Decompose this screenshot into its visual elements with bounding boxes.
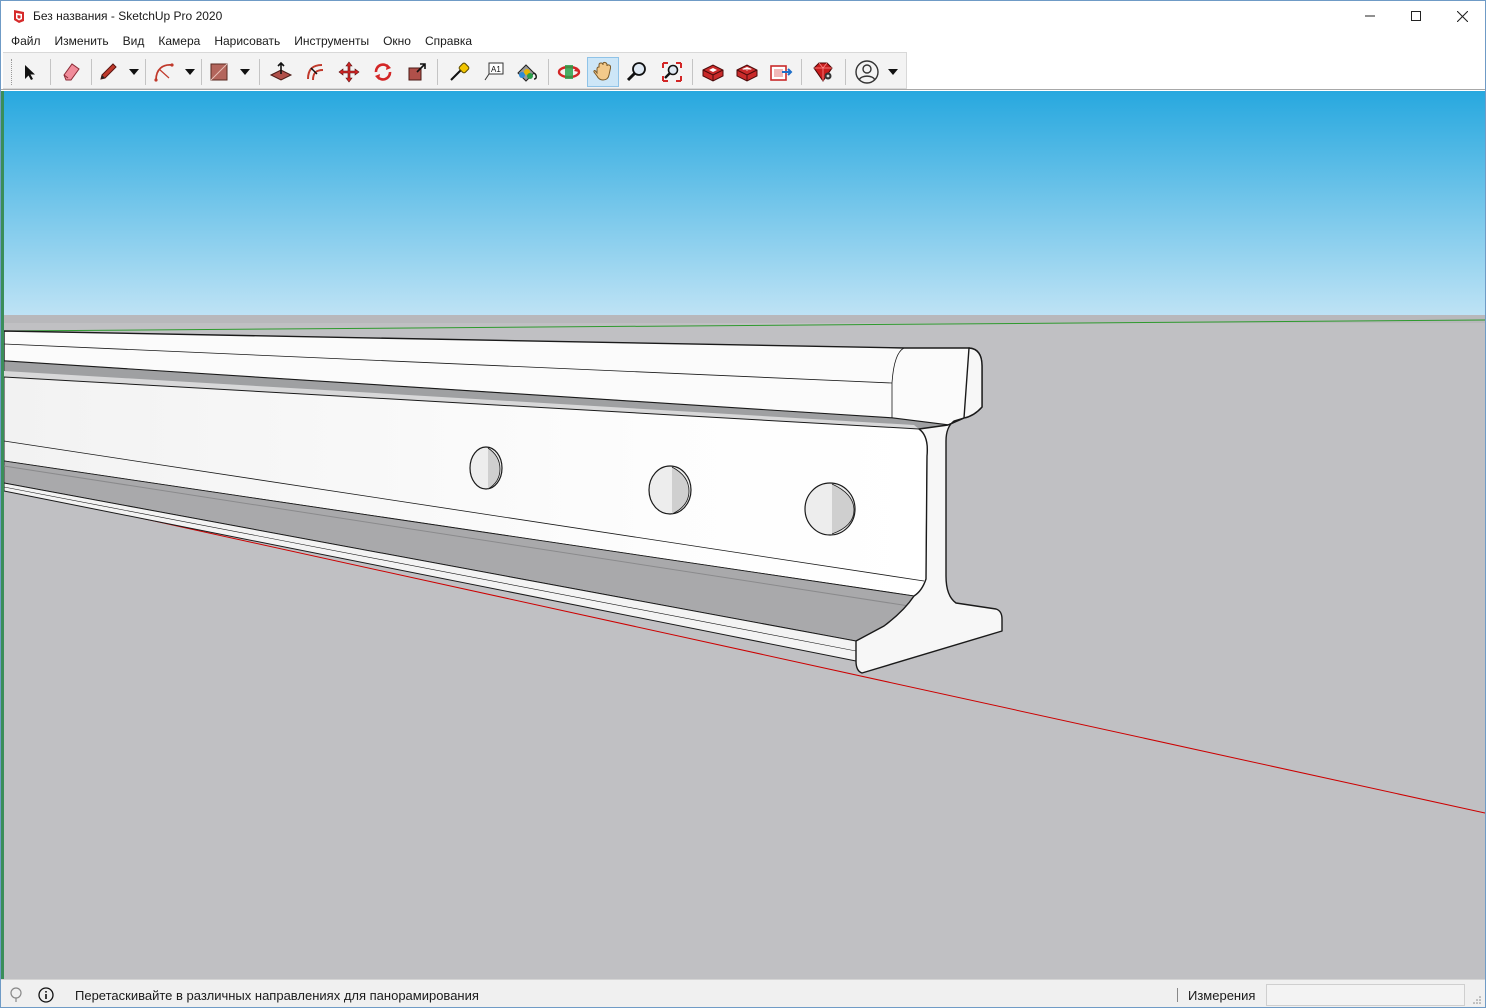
window-title: Без названия - SketchUp Pro 2020 bbox=[33, 9, 223, 23]
rectangle-icon bbox=[210, 63, 228, 81]
minimize-button[interactable] bbox=[1347, 1, 1393, 31]
account-button[interactable] bbox=[851, 57, 883, 87]
menu-file[interactable]: Файл bbox=[4, 31, 48, 51]
warehouse-button[interactable] bbox=[697, 57, 729, 87]
model-viewport[interactable] bbox=[4, 91, 1485, 979]
close-button[interactable] bbox=[1439, 1, 1485, 31]
extension-warehouse-icon bbox=[736, 64, 758, 82]
offset-tool-button[interactable] bbox=[299, 57, 331, 87]
minimize-icon bbox=[1365, 15, 1375, 17]
push-pull-tool-button[interactable] bbox=[265, 57, 297, 87]
arc-tool-button[interactable] bbox=[148, 57, 180, 87]
rotate-icon bbox=[374, 63, 392, 81]
caret-down-icon bbox=[129, 69, 139, 75]
resize-grip-icon[interactable] bbox=[1472, 995, 1482, 1005]
toolbar-separator bbox=[201, 59, 202, 85]
line-tool-button[interactable] bbox=[92, 57, 124, 87]
zoom-extents-icon bbox=[662, 62, 682, 82]
menu-window[interactable]: Окно bbox=[376, 31, 418, 51]
menu-view[interactable]: Вид bbox=[116, 31, 152, 51]
zoom-icon bbox=[626, 62, 646, 82]
bolt-hole bbox=[648, 465, 692, 515]
scene-canvas[interactable] bbox=[4, 91, 1485, 979]
maximize-icon bbox=[1411, 11, 1421, 21]
move-tool-button[interactable] bbox=[333, 57, 365, 87]
info-icon[interactable] bbox=[38, 987, 54, 1003]
zoom-extents-tool-button[interactable] bbox=[656, 57, 688, 87]
menu-bar: Файл Изменить Вид Камера Нарисовать Инст… bbox=[1, 31, 1485, 51]
paint-bucket-tool-button[interactable] bbox=[511, 57, 543, 87]
offset-icon bbox=[307, 64, 324, 81]
eraser-tool-button[interactable] bbox=[55, 57, 87, 87]
pan-tool-button[interactable] bbox=[587, 57, 619, 87]
bolt-hole bbox=[804, 482, 856, 536]
close-icon bbox=[1456, 10, 1468, 22]
shape-tool-dropdown[interactable] bbox=[238, 57, 252, 87]
paint-bucket-icon bbox=[517, 64, 537, 82]
user-icon bbox=[855, 60, 879, 84]
caret-down-icon bbox=[185, 69, 195, 75]
menu-draw[interactable]: Нарисовать bbox=[207, 31, 287, 51]
select-tool-button[interactable] bbox=[13, 57, 45, 87]
send-to-layout-button[interactable] bbox=[765, 57, 797, 87]
account-dropdown[interactable] bbox=[886, 57, 900, 87]
measurements-label: Измерения bbox=[1188, 988, 1256, 1003]
scale-tool-button[interactable] bbox=[401, 57, 433, 87]
toolbar-separator bbox=[259, 59, 260, 85]
arc-tool-dropdown[interactable] bbox=[183, 57, 197, 87]
maximize-button[interactable] bbox=[1393, 1, 1439, 31]
orbit-icon bbox=[557, 65, 581, 79]
menu-tools[interactable]: Инструменты bbox=[287, 31, 376, 51]
bolt-hole bbox=[469, 446, 503, 490]
shape-tool-button[interactable] bbox=[203, 57, 235, 87]
toolbar-separator bbox=[437, 59, 438, 85]
layout-icon bbox=[770, 65, 793, 81]
ruby-icon bbox=[813, 62, 833, 82]
push-pull-icon bbox=[269, 61, 293, 81]
tape-measure-tool-button[interactable] bbox=[443, 57, 475, 87]
toolbar-separator bbox=[548, 59, 549, 85]
menu-edit[interactable]: Изменить bbox=[48, 31, 116, 51]
geolocation-icon[interactable] bbox=[8, 987, 24, 1003]
extension-warehouse-button[interactable] bbox=[731, 57, 763, 87]
sketchup-window: Без названия - SketchUp Pro 2020 Файл Из… bbox=[0, 0, 1486, 1008]
toolbar-separator bbox=[692, 59, 693, 85]
text-tool-button[interactable]: A1 bbox=[478, 57, 510, 87]
menu-camera[interactable]: Камера bbox=[151, 31, 207, 51]
svg-text:A1: A1 bbox=[491, 65, 501, 74]
toolbar-separator bbox=[845, 59, 846, 85]
eraser-icon bbox=[63, 63, 80, 81]
zoom-tool-button[interactable] bbox=[621, 57, 653, 87]
warehouse-icon bbox=[702, 64, 724, 82]
text-icon: A1 bbox=[484, 62, 504, 81]
sky bbox=[4, 91, 1485, 317]
caret-down-icon bbox=[240, 69, 250, 75]
line-tool-dropdown[interactable] bbox=[127, 57, 141, 87]
arc-icon bbox=[154, 63, 174, 82]
status-bar: Перетаскивайте в различных направлениях … bbox=[1, 979, 1485, 1007]
rotate-tool-button[interactable] bbox=[367, 57, 399, 87]
sketchup-logo-icon bbox=[14, 10, 24, 23]
toolbar-separator bbox=[801, 59, 802, 85]
scale-icon bbox=[408, 63, 426, 81]
toolbar-separator bbox=[145, 59, 146, 85]
caret-down-icon bbox=[888, 69, 898, 75]
measurements-input[interactable] bbox=[1266, 984, 1465, 1006]
hand-icon bbox=[593, 61, 612, 81]
title-bar[interactable]: Без названия - SketchUp Pro 2020 bbox=[1, 1, 1485, 31]
getting-started-toolbar: A1 bbox=[3, 52, 907, 89]
status-separator bbox=[1177, 988, 1178, 1002]
pencil-icon bbox=[100, 63, 117, 80]
toolbar-separator bbox=[50, 59, 51, 85]
extension-manager-button[interactable] bbox=[807, 57, 839, 87]
window-controls bbox=[1347, 1, 1485, 31]
move-icon bbox=[338, 61, 360, 83]
arrow-cursor-icon bbox=[25, 65, 35, 80]
tape-measure-icon bbox=[450, 62, 470, 81]
menu-help[interactable]: Справка bbox=[418, 31, 479, 51]
status-hint: Перетаскивайте в различных направлениях … bbox=[75, 988, 479, 1003]
orbit-tool-button[interactable] bbox=[553, 57, 585, 87]
toolbar: A1 bbox=[1, 51, 1485, 90]
